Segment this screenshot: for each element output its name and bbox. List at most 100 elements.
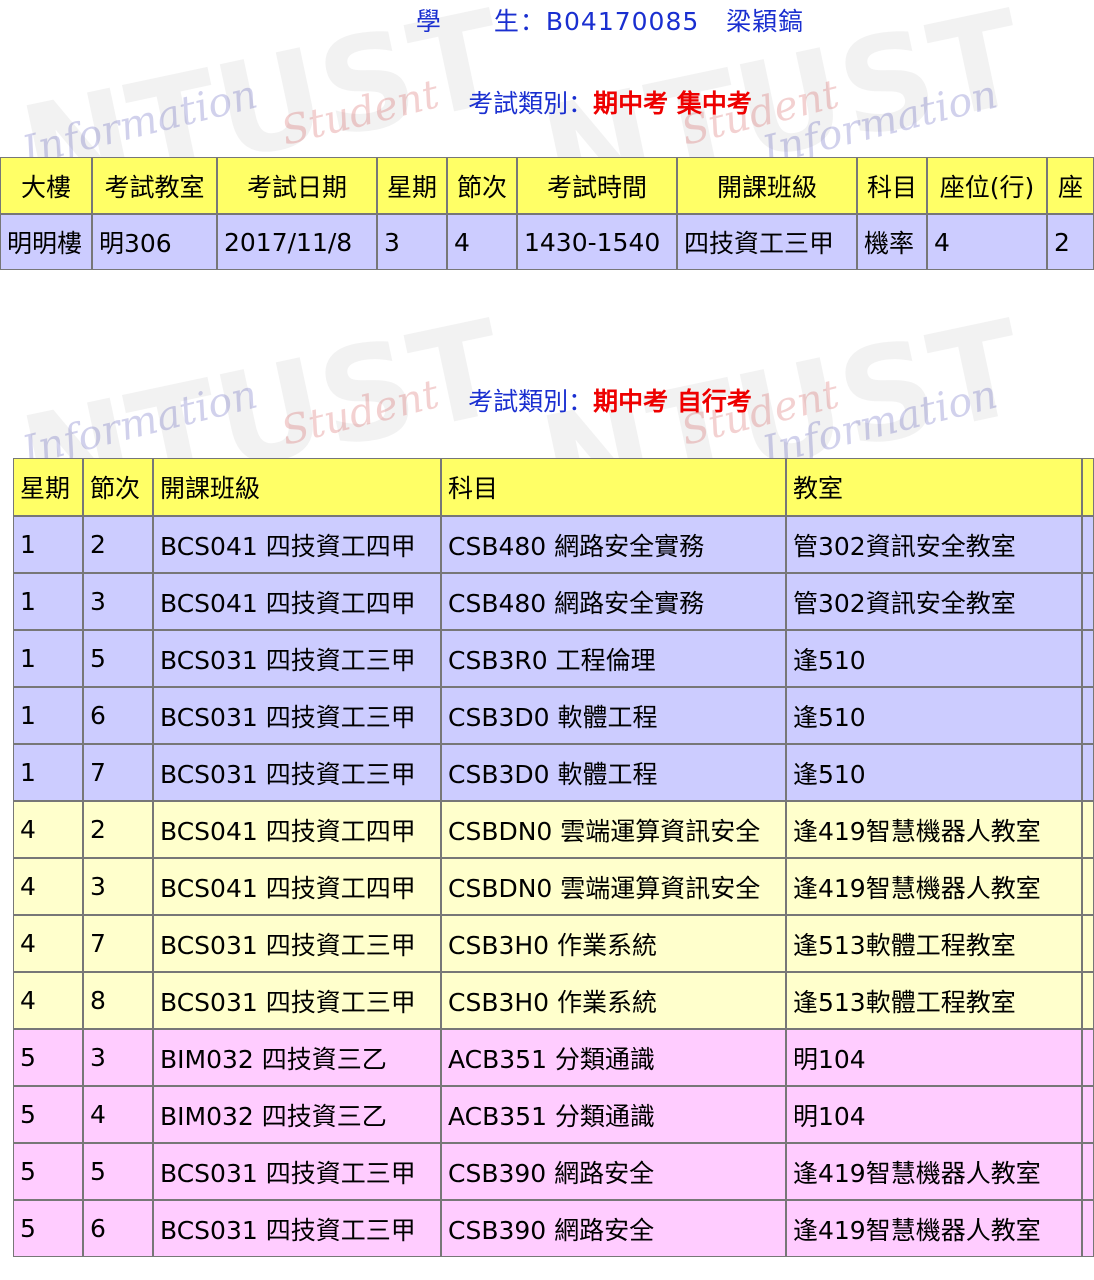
table-cell: 3 [377, 214, 447, 270]
table-cell: BCS031 四技資工三甲 [153, 915, 441, 972]
column-header: 星期 [377, 157, 447, 214]
category-value: 期中考 集中考 [593, 89, 752, 118]
table-cell [1082, 630, 1094, 687]
table-cell: 逢510 [786, 687, 1082, 744]
table-cell: 1 [13, 744, 83, 801]
table-cell: 明104 [786, 1086, 1082, 1143]
table-row: 4 3 BCS041 四技資工四甲 CSBDN0 雲端運算資訊安全 逢419智慧機器人教… [13, 858, 1094, 915]
table-cell [1082, 687, 1094, 744]
table-cell [1082, 1200, 1094, 1257]
table-cell: 1 [13, 687, 83, 744]
table-cell [1082, 915, 1094, 972]
table-cell: 逢510 [786, 744, 1082, 801]
student-id: B04170085 [545, 7, 700, 36]
column-header: 開課班級 [153, 458, 441, 516]
category-value: 期中考 自行考 [593, 387, 752, 416]
table-cell: 機率 [857, 214, 927, 270]
table-cell: CSBDN0 雲端運算資訊安全 [441, 801, 786, 858]
table-cell: 7 [83, 915, 153, 972]
table-cell: CSBDN0 雲端運算資訊安全 [441, 858, 786, 915]
table-cell: 5 [13, 1143, 83, 1200]
table-cell: 逢510 [786, 630, 1082, 687]
table-cell: CSB390 網路安全 [441, 1143, 786, 1200]
table-cell: CSB480 網路安全實務 [441, 516, 786, 573]
table-row: 1 3 BCS041 四技資工四甲 CSB480 網路安全實務 管302資訊安全教室 [13, 573, 1094, 630]
category-label: 考試類別： [468, 387, 594, 416]
table-cell: 4 [13, 915, 83, 972]
table-cell: ACB351 分類通識 [441, 1029, 786, 1086]
table-row: 4 2 BCS041 四技資工四甲 CSBDN0 雲端運算資訊安全 逢419智慧機器人教… [13, 801, 1094, 858]
table-cell: CSB480 網路安全實務 [441, 573, 786, 630]
table-cell: BIM032 四技資三乙 [153, 1086, 441, 1143]
column-header: 教室 [786, 458, 1082, 516]
column-header: 座 [1047, 157, 1094, 214]
table-cell: 逢513軟體工程教室 [786, 972, 1082, 1029]
column-header: 座位(行) [927, 157, 1047, 214]
table-cell: 4 [13, 801, 83, 858]
table-cell: BCS031 四技資工三甲 [153, 1200, 441, 1257]
table-cell: CSB390 網路安全 [441, 1200, 786, 1257]
table-cell: 4 [13, 972, 83, 1029]
table-cell: 5 [83, 630, 153, 687]
table-cell: 逢419智慧機器人教室 [786, 801, 1082, 858]
table-cell: CSB3R0 工程倫理 [441, 630, 786, 687]
table-row: 1 7 BCS031 四技資工三甲 CSB3D0 軟體工程 逢510 [13, 744, 1094, 801]
table-row: 5 4 BIM032 四技資三乙 ACB351 分類通識 明104 [13, 1086, 1094, 1143]
table-cell: 1 [13, 516, 83, 573]
table-cell: BCS031 四技資工三甲 [153, 687, 441, 744]
table-cell: 管302資訊安全教室 [786, 573, 1082, 630]
table-cell [1082, 972, 1094, 1029]
table-cell: BIM032 四技資三乙 [153, 1029, 441, 1086]
table-cell: ACB351 分類通識 [441, 1086, 786, 1143]
table-cell: 明104 [786, 1029, 1082, 1086]
table-cell: 逢419智慧機器人教室 [786, 1143, 1082, 1200]
table-cell: 3 [83, 573, 153, 630]
category-label: 考試類別： [468, 89, 594, 118]
table-cell: CSB3D0 軟體工程 [441, 744, 786, 801]
table-cell: 4 [447, 214, 517, 270]
table-cell: CSB3D0 軟體工程 [441, 687, 786, 744]
column-header: 大樓 [0, 157, 92, 214]
table-row: 4 7 BCS031 四技資工三甲 CSB3H0 作業系統 逢513軟體工程教室 [13, 915, 1094, 972]
table-cell: 逢419智慧機器人教室 [786, 1200, 1082, 1257]
table-cell [1082, 858, 1094, 915]
table-cell: BCS041 四技資工四甲 [153, 801, 441, 858]
table-cell: 明306 [92, 214, 217, 270]
table-cell: 3 [83, 858, 153, 915]
table-cell: 7 [83, 744, 153, 801]
table-cell: 5 [13, 1086, 83, 1143]
table-cell: 1 [13, 573, 83, 630]
column-header [1082, 458, 1094, 516]
table-row: 5 3 BIM032 四技資三乙 ACB351 分類通識 明104 [13, 1029, 1094, 1086]
column-header: 考試時間 [517, 157, 677, 214]
table-cell [1082, 744, 1094, 801]
table-cell: 4 [927, 214, 1047, 270]
table-cell: 4 [83, 1086, 153, 1143]
table-cell: 逢513軟體工程教室 [786, 915, 1082, 972]
table-cell: 8 [83, 972, 153, 1029]
table-cell: 2 [83, 801, 153, 858]
table-cell: BCS031 四技資工三甲 [153, 972, 441, 1029]
table-cell: CSB3H0 作業系統 [441, 972, 786, 1029]
table-cell: 5 [83, 1143, 153, 1200]
table-row: 4 8 BCS031 四技資工三甲 CSB3H0 作業系統 逢513軟體工程教室 [13, 972, 1094, 1029]
table-row: 1 5 BCS031 四技資工三甲 CSB3R0 工程倫理 逢510 [13, 630, 1094, 687]
table-cell: BCS031 四技資工三甲 [153, 1143, 441, 1200]
table-cell [1082, 801, 1094, 858]
table-cell: BCS041 四技資工四甲 [153, 573, 441, 630]
table-row: 1 6 BCS031 四技資工三甲 CSB3D0 軟體工程 逢510 [13, 687, 1094, 744]
table-cell: 4 [13, 858, 83, 915]
table-cell [1082, 1143, 1094, 1200]
table-row: 5 5 BCS031 四技資工三甲 CSB390 網路安全 逢419智慧機器人教室 [13, 1143, 1094, 1200]
centralized-exam-table: 大樓 考試教室 考試日期 星期 節次 考試時間 開課班級 科目 座位(行) 座 明明樓 明306 20… [0, 157, 1094, 270]
table-cell: CSB3H0 作業系統 [441, 915, 786, 972]
column-header: 科目 [857, 157, 927, 214]
table-cell: BCS031 四技資工三甲 [153, 630, 441, 687]
column-header: 節次 [83, 458, 153, 516]
student-info: 學 生：B04170085 梁穎鎬 [0, 2, 1094, 38]
table-cell: 2 [1047, 214, 1094, 270]
column-header: 考試日期 [217, 157, 377, 214]
table-cell: 6 [83, 687, 153, 744]
column-header: 星期 [13, 458, 83, 516]
self-exam-table: 星期 節次 開課班級 科目 教室 1 2 BCS041 四技資工四甲 CSB480 網路安全實… [13, 458, 1094, 1257]
